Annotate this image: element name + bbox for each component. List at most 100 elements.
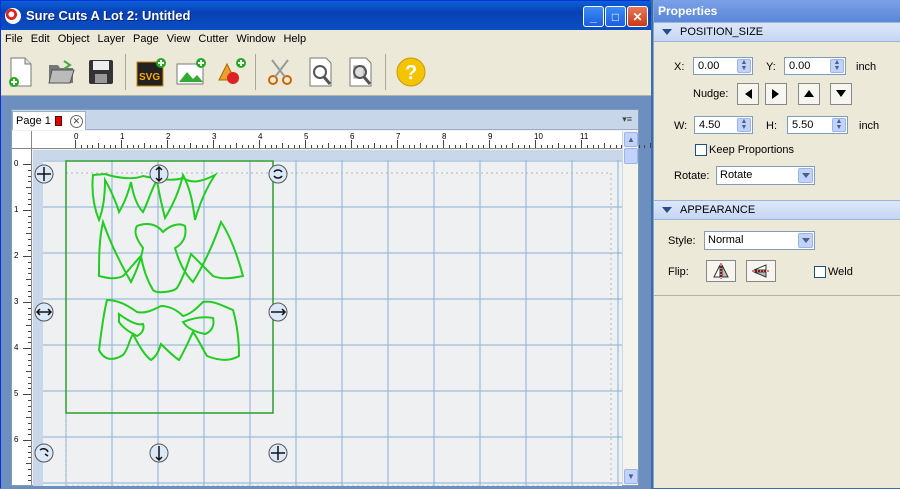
nudge-left-button[interactable] — [737, 83, 759, 105]
section-title: APPEARANCE — [680, 204, 756, 216]
collapse-icon[interactable] — [662, 207, 672, 213]
close-button[interactable]: ✕ — [627, 6, 648, 27]
rotate-value: Rotate — [720, 169, 753, 181]
weld-label: Weld — [828, 266, 853, 278]
workspace: Page 1 ✕ ▾≡ 0 1 2 3 4 5 6 7 8 9 10 11 0 1 2 3 4 5 6 — [1, 96, 669, 489]
scroll-up-icon[interactable]: ▲ — [624, 132, 638, 147]
scroll-down-icon[interactable]: ▼ — [624, 469, 638, 484]
app-logo-icon — [5, 7, 21, 24]
weld-checkbox[interactable] — [814, 266, 826, 278]
x-spinner-icon[interactable]: ▲ ▼ — [737, 59, 751, 73]
ruler-left-label: 4 — [14, 343, 19, 352]
tab-close-icon[interactable]: ✕ — [69, 114, 83, 128]
toolbar: SVG ? — [1, 48, 651, 96]
tab-label: Page 1 — [16, 115, 51, 127]
ruler-left-label: 1 — [14, 205, 19, 214]
nudge-up-button[interactable] — [798, 83, 820, 105]
y-spinner-icon[interactable]: ▲ ▼ — [830, 59, 844, 73]
menu-help[interactable]: Help — [283, 33, 312, 45]
ruler-left-label: 6 — [14, 435, 19, 444]
main-window: Sure Cuts A Lot 2: Untitled _ □ ✕ File E… — [0, 0, 669, 489]
w-label: W: — [674, 120, 688, 132]
open-folder-icon[interactable] — [45, 56, 77, 88]
menu-cutter[interactable]: Cutter — [198, 33, 234, 45]
h-value: 5.50 — [792, 119, 814, 131]
menu-page[interactable]: Page — [133, 33, 165, 45]
chevron-down-icon[interactable] — [798, 233, 813, 248]
menu-bar: File Edit Object Layer Page View Cutter … — [1, 30, 651, 48]
keep-proportions-checkbox[interactable] — [695, 144, 707, 156]
ruler-left-label: 3 — [14, 297, 19, 306]
toolbar-separator — [255, 53, 261, 90]
handle-move-bottom-right[interactable] — [268, 443, 288, 463]
menu-file[interactable]: File — [5, 33, 29, 45]
add-image-icon[interactable] — [175, 56, 207, 88]
minimize-button[interactable]: _ — [583, 6, 604, 27]
h-label: H: — [766, 120, 777, 132]
w-spinner-icon[interactable]: ▲ ▼ — [737, 118, 751, 132]
tabs-menu-icon[interactable]: ▾≡ — [622, 114, 632, 125]
zoom-page-icon[interactable] — [305, 56, 337, 88]
handle-resize-right[interactable] — [268, 302, 288, 322]
canvas-drawing[interactable] — [33, 150, 622, 486]
handle-resize-top[interactable] — [149, 164, 169, 184]
style-select[interactable]: Normal — [704, 231, 815, 250]
section-position-size-header[interactable]: POSITION_SIZE — [654, 22, 900, 42]
help-icon[interactable]: ? — [395, 56, 427, 88]
title-bar[interactable]: Sure Cuts A Lot 2: Untitled _ □ ✕ — [1, 1, 651, 30]
menu-layer[interactable]: Layer — [98, 33, 132, 45]
ruler-left-label: 2 — [14, 251, 19, 260]
ruler-corner — [12, 131, 32, 149]
add-shape-icon[interactable] — [215, 56, 247, 88]
handle-rotate-top-right[interactable] — [268, 164, 288, 184]
handle-resize-left[interactable] — [34, 302, 54, 322]
x-input[interactable]: 0.00 ▲ ▼ — [693, 57, 753, 75]
height-input[interactable]: 5.50 ▲ ▼ — [787, 116, 848, 134]
width-input[interactable]: 4.50 ▲ ▼ — [694, 116, 753, 134]
design-canvas[interactable] — [33, 150, 622, 486]
properties-panel: Properties POSITION_SIZE X: 0.00 ▲ ▼ Y: 0.… — [653, 0, 900, 488]
ruler-left: 0 1 2 3 4 5 6 — [12, 149, 32, 485]
handle-move-top-left[interactable] — [34, 164, 54, 184]
collapse-icon[interactable] — [662, 29, 672, 35]
nudge-right-button[interactable] — [765, 83, 787, 105]
wh-unit: inch — [859, 120, 880, 132]
ruler-top: 0 1 2 3 4 5 6 7 8 9 10 11 — [32, 131, 669, 149]
rotate-select[interactable]: Rotate — [716, 166, 815, 185]
new-document-icon[interactable] — [5, 56, 37, 88]
zoom-fit-icon[interactable] — [345, 56, 377, 88]
xy-unit: inch — [856, 61, 877, 73]
ruler-left-label: 5 — [14, 389, 19, 398]
save-disk-icon[interactable] — [85, 56, 117, 88]
flip-vertical-button[interactable] — [746, 260, 776, 282]
w-value: 4.50 — [699, 119, 721, 131]
import-svg-icon[interactable]: SVG — [135, 56, 167, 88]
menu-view[interactable]: View — [167, 33, 197, 45]
y-value: 0.00 — [789, 60, 811, 72]
h-spinner-icon[interactable]: ▲ ▼ — [832, 118, 846, 132]
menu-object[interactable]: Object — [58, 33, 96, 45]
handle-resize-bottom[interactable] — [149, 443, 169, 463]
menu-window[interactable]: Window — [236, 33, 281, 45]
scissors-cut-icon[interactable] — [265, 56, 297, 88]
document-tab-bar: Page 1 ✕ ▾≡ — [12, 110, 638, 130]
scroll-thumb[interactable] — [624, 148, 638, 164]
menu-edit[interactable]: Edit — [31, 33, 56, 45]
style-value: Normal — [708, 234, 744, 246]
x-label: X: — [674, 61, 685, 73]
maximize-button[interactable]: □ — [605, 6, 626, 27]
svg-text:?: ? — [405, 62, 417, 84]
toolbar-separator — [125, 53, 131, 90]
section-appearance: Style: Normal Flip: Weld — [654, 220, 900, 296]
nudge-down-button[interactable] — [830, 83, 852, 105]
vertical-scrollbar[interactable]: ▲ ▼ — [622, 131, 638, 485]
x-value: 0.00 — [698, 60, 720, 72]
chevron-down-icon[interactable] — [798, 168, 813, 183]
handle-rotate-bottom-left[interactable] — [34, 443, 54, 463]
y-input[interactable]: 0.00 ▲ ▼ — [784, 57, 846, 75]
properties-title: Properties — [654, 0, 900, 22]
toolbar-separator — [385, 53, 391, 90]
tab-page-1[interactable]: Page 1 ✕ — [12, 111, 86, 130]
flip-horizontal-button[interactable] — [706, 260, 736, 282]
section-appearance-header[interactable]: APPEARANCE — [654, 200, 900, 220]
